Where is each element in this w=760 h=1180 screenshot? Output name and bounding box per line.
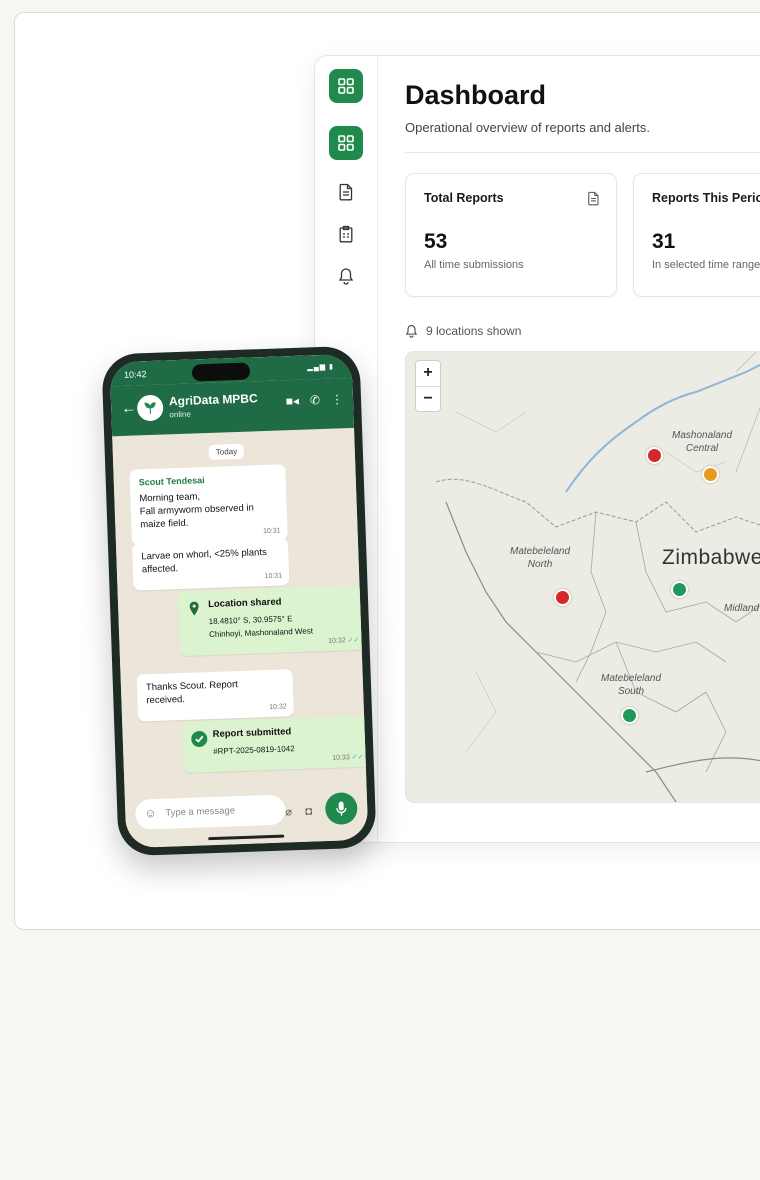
clipboard-icon — [339, 225, 353, 243]
emoji-icon[interactable]: ☺ — [144, 806, 157, 820]
back-arrow-icon[interactable]: ← — [121, 399, 137, 417]
day-separator: Today — [208, 443, 245, 460]
dashboard-icon — [338, 135, 354, 151]
stat-label: Total Reports — [424, 191, 504, 205]
read-ticks-icon: ✓✓ — [351, 753, 364, 762]
message-time: 10:32 ✓✓ — [328, 636, 360, 645]
header-actions: ■◂ ✆ ⋮ — [285, 392, 343, 408]
message-time: 10:33 ✓✓ — [332, 753, 364, 762]
bell-icon — [338, 268, 354, 285]
message-sender: Scout Tendesai — [138, 475, 205, 488]
stat-card-reports-period[interactable]: Reports This Period 31 In selected time … — [633, 173, 760, 297]
stat-label: Reports This Period — [652, 191, 760, 205]
message-incoming[interactable]: Larvae on whorl, <25% plants affected. 1… — [131, 538, 290, 591]
status-time: 10:42 — [123, 369, 147, 380]
sidebar-item-dashboard[interactable] — [329, 126, 363, 160]
message-report-submitted[interactable]: Report submitted #RPT-2025-0819-1042 10:… — [182, 715, 369, 774]
page-subtitle: Operational overview of reports and aler… — [405, 120, 650, 135]
stat-value: 31 — [652, 230, 676, 253]
signal-icon: ▂▄▆ ▮ — [307, 363, 335, 372]
region-label-midlands: Midland — [724, 603, 760, 614]
stat-value: 53 — [424, 230, 448, 253]
message-location-shared[interactable]: Location shared 18.4810° S, 30.9575° E C… — [177, 585, 367, 657]
check-circle-icon — [191, 730, 208, 747]
sidebar-item-alerts[interactable] — [336, 266, 356, 286]
camera-icon[interactable]: ◘ — [305, 806, 312, 818]
attach-icon[interactable]: ⌀ — [285, 805, 292, 818]
grid-icon — [338, 78, 354, 94]
app-logo[interactable] — [329, 69, 363, 103]
region-label-matebeleland-north: Matebeleland North — [510, 546, 571, 570]
message-time: 10:31 — [264, 572, 283, 581]
read-ticks-icon: ✓✓ — [347, 636, 360, 645]
map-marker[interactable] — [702, 466, 719, 483]
message-title: Location shared — [207, 596, 282, 611]
showcase-frame: Dashboard Operational overview of report… — [14, 12, 760, 930]
leaf-icon — [144, 402, 156, 414]
contact-name: AgriData MPBC — [168, 391, 258, 409]
divider — [405, 152, 760, 153]
message-input[interactable]: ☺ Type a message — [134, 794, 286, 830]
sidebar-item-reports[interactable] — [336, 182, 356, 202]
video-call-icon[interactable]: ■◂ — [285, 394, 299, 408]
phone-screen: 10:42 ▂▄▆ ▮ ← AgriData MPBC online ■◂ ✆ … — [109, 353, 369, 849]
region-label-mashonaland-central: Mashonaland Central — [672, 430, 733, 454]
contact-status: online — [169, 409, 191, 420]
map-marker[interactable] — [621, 707, 638, 724]
map-terrain — [406, 352, 760, 802]
phone-mockup: 10:42 ▂▄▆ ▮ ← AgriData MPBC online ■◂ ✆ … — [101, 345, 377, 857]
locations-count: 9 locations shown — [405, 324, 521, 338]
phone-call-icon[interactable]: ✆ — [310, 393, 321, 407]
zoom-out-button[interactable]: − — [416, 387, 440, 412]
message-time: 10:32 — [269, 703, 287, 712]
region-label-matebeleland-south: Matebeleland South — [601, 673, 662, 697]
sidebar-item-tasks[interactable] — [336, 224, 356, 244]
zoom-controls: + − — [415, 360, 441, 412]
location-pin-icon — [189, 601, 199, 616]
chat-header: ← AgriData MPBC online ■◂ ✆ ⋮ — [110, 377, 355, 437]
stat-card-total-reports[interactable]: Total Reports 53 All time submissions — [405, 173, 617, 297]
zoom-in-button[interactable]: + — [416, 361, 440, 387]
country-label: Zimbabwe — [662, 546, 760, 569]
message-incoming[interactable]: Scout Tendesai Morning team, Fall armywo… — [129, 464, 288, 546]
locations-text: 9 locations shown — [426, 324, 522, 338]
dynamic-island — [191, 362, 251, 382]
document-icon — [339, 183, 353, 201]
mic-icon — [336, 801, 347, 816]
document-icon — [587, 191, 600, 211]
message-title: Report submitted — [212, 726, 292, 740]
message-time: 10:31 — [262, 527, 281, 536]
message-incoming[interactable]: Thanks Scout. Report received. 10:32 — [136, 669, 295, 722]
map-marker[interactable] — [554, 589, 571, 606]
map-marker[interactable] — [671, 581, 688, 598]
more-menu-icon[interactable]: ⋮ — [331, 392, 343, 406]
avatar[interactable] — [136, 394, 164, 422]
bell-icon — [405, 325, 418, 338]
stat-note: All time submissions — [424, 259, 524, 271]
page-title: Dashboard — [405, 80, 547, 110]
input-placeholder: Type a message — [165, 805, 236, 819]
map-marker[interactable] — [646, 447, 663, 464]
stat-note: In selected time range — [652, 259, 760, 271]
dashboard-window: Dashboard Operational overview of report… — [314, 55, 760, 843]
locations-map[interactable]: + − Mashonaland Central Matebeleland North… — [405, 351, 760, 803]
